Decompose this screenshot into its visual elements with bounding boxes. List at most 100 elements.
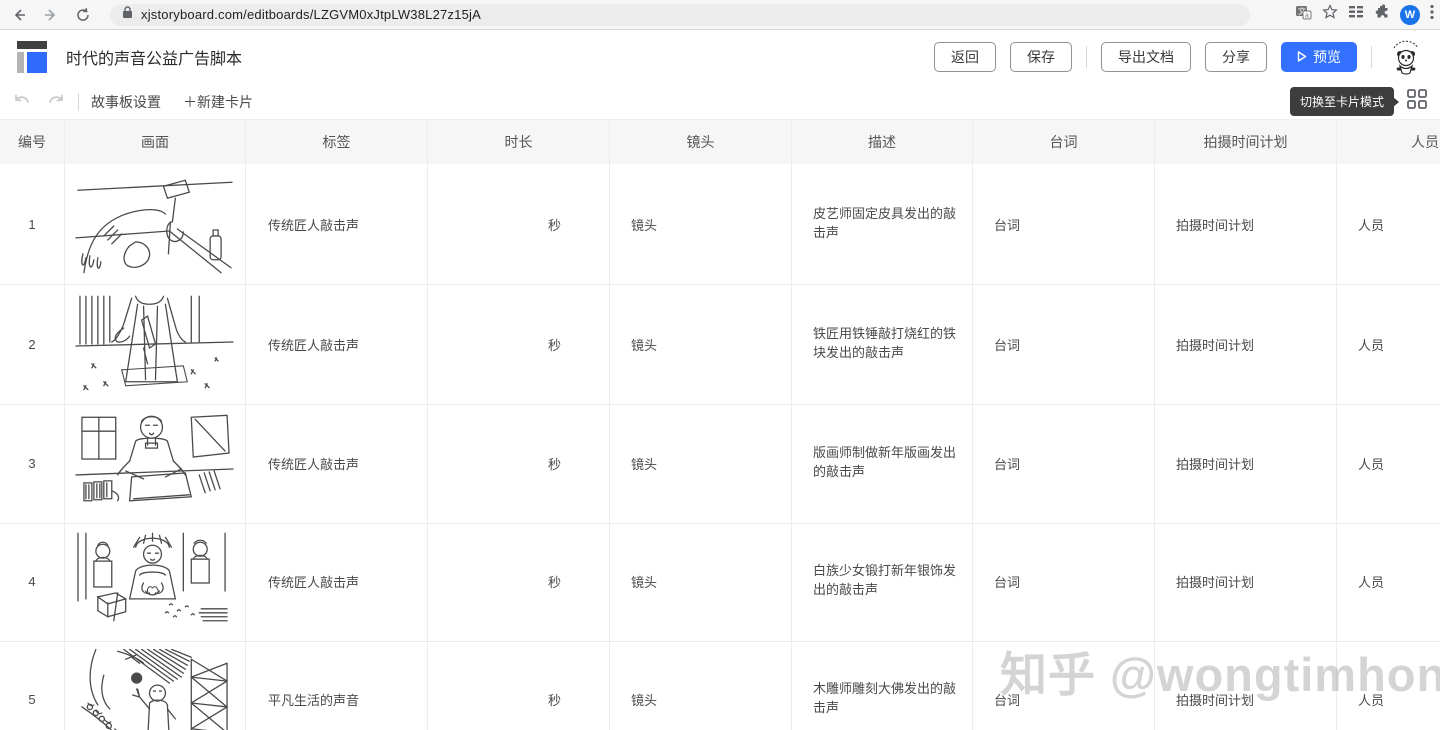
shot-cell[interactable]: 镜头 [610,284,792,405]
frame-image-cell[interactable] [65,521,246,642]
tag-cell[interactable]: 平凡生活的声音 [246,639,428,730]
table-header-row: 编号 画面 标签 时长 镜头 描述 台词 拍摄时间计划 人员 [0,120,1440,164]
duration-cell[interactable]: 秒 [428,639,610,730]
description-cell[interactable]: 白族少女锻打新年银饰发出的敲击声 [792,521,973,642]
panda-mascot-icon[interactable] [1386,34,1426,81]
translate-icon[interactable]: 文a [1295,5,1312,25]
crew-cell[interactable]: 人员 [1337,521,1440,642]
col-header-picture: 画面 [65,120,246,164]
schedule-cell[interactable]: 拍摄时间计划 [1155,164,1337,285]
duration-cell[interactable]: 秒 [428,284,610,405]
back-button[interactable]: 返回 [934,42,996,72]
save-button[interactable]: 保存 [1010,42,1072,72]
col-header-schedule: 拍摄时间计划 [1155,120,1337,164]
col-header-shot: 镜头 [610,120,792,164]
schedule-cell[interactable]: 拍摄时间计划 [1155,284,1337,405]
tag-cell[interactable]: 传统匠人敲击声 [246,284,428,405]
row-number: 3 [0,403,65,524]
col-header-description: 描述 [792,120,973,164]
lock-icon [122,6,133,24]
new-card-link[interactable]: ＋新建卡片 [183,92,253,112]
schedule-cell[interactable]: 拍摄时间计划 [1155,403,1337,524]
table-row: 3 传统匠人敲击声 秒 镜头 版画师制做新年版画发出的敲击声 台词 拍 [0,403,1440,521]
lines-cell[interactable]: 台词 [973,284,1155,405]
table-row: 1 传统匠人敲击声 秒 镜头 皮艺师固定皮具发出的敲击声 台词 拍摄时间计划 人… [0,164,1440,284]
col-header-tag: 标签 [246,120,428,164]
crew-cell[interactable]: 人员 [1337,639,1440,730]
app-logo[interactable] [14,38,52,76]
row-number: 4 [0,521,65,642]
card-mode-tooltip: 切换至卡片模式 [1290,87,1394,116]
sketch-leather-craftsman [74,174,236,274]
app-header: 时代的声音公益广告脚本 返回 保存 导出文档 分享 预览 [0,30,1440,84]
lines-cell[interactable]: 台词 [973,403,1155,524]
frame-image-cell[interactable] [65,639,246,730]
table-row: 4 传统匠人敲击声 秒 镜头 白族少女锻打新年银饰 [0,521,1440,639]
lines-cell[interactable]: 台词 [973,521,1155,642]
duration-cell[interactable]: 秒 [428,164,610,285]
crew-cell[interactable]: 人员 [1337,164,1440,285]
divider [1086,46,1087,68]
url-text: xjstoryboard.com/editboards/LZGVM0xJtpLW… [141,7,481,22]
browser-reload-icon[interactable] [70,2,96,28]
address-bar[interactable]: xjstoryboard.com/editboards/LZGVM0xJtpLW… [110,4,1250,26]
share-button[interactable]: 分享 [1205,42,1267,72]
lines-cell[interactable]: 台词 [973,639,1155,730]
browser-forward-icon[interactable] [38,2,64,28]
card-mode-toggle-icon[interactable] [1406,88,1428,115]
tag-cell[interactable]: 传统匠人敲击声 [246,521,428,642]
frame-image-cell[interactable] [65,164,246,285]
col-header-lines: 台词 [973,120,1155,164]
sketch-woodcarver-buddha [74,649,236,730]
crew-cell[interactable]: 人员 [1337,284,1440,405]
description-cell[interactable]: 木雕师雕刻大佛发出的敲击声 [792,639,973,730]
svg-text:a: a [1305,12,1309,19]
browser-menu-icon[interactable] [1430,4,1434,25]
shot-cell[interactable]: 镜头 [610,164,792,285]
extension-grid-icon[interactable] [1348,5,1364,24]
description-cell[interactable]: 铁匠用铁锤敲打烧红的铁块发出的敲击声 [792,284,973,405]
bookmark-star-icon[interactable] [1322,4,1338,25]
undo-icon[interactable] [10,90,34,114]
divider [78,93,79,111]
row-number: 1 [0,164,65,285]
frame-image-cell[interactable] [65,403,246,524]
browser-toolbar: xjstoryboard.com/editboards/LZGVM0xJtpLW… [0,0,1440,30]
play-icon [1297,49,1307,65]
shot-cell[interactable]: 镜头 [610,403,792,524]
shot-cell[interactable]: 镜头 [610,521,792,642]
description-cell[interactable]: 皮艺师固定皮具发出的敲击声 [792,164,973,285]
tag-cell[interactable]: 传统匠人敲击声 [246,403,428,524]
sketch-bai-girl-silver [74,531,236,631]
edit-toolbar: 故事板设置 ＋新建卡片 切换至卡片模式 [0,84,1440,120]
storyboard-settings-link[interactable]: 故事板设置 [91,92,161,112]
col-header-duration: 时长 [428,120,610,164]
crew-cell[interactable]: 人员 [1337,403,1440,524]
duration-cell[interactable]: 秒 [428,403,610,524]
storyboard-title: 时代的声音公益广告脚本 [66,45,242,69]
tag-cell[interactable]: 传统匠人敲击声 [246,164,428,285]
lines-cell[interactable]: 台词 [973,164,1155,285]
schedule-cell[interactable]: 拍摄时间计划 [1155,521,1337,642]
extensions-puzzle-icon[interactable] [1374,4,1390,25]
divider [1371,46,1372,68]
col-header-number: 编号 [0,120,65,164]
shot-cell[interactable]: 镜头 [610,639,792,730]
storyboard-table: 编号 画面 标签 时长 镜头 描述 台词 拍摄时间计划 人员 1 传统匠人敲击声 [0,120,1440,730]
browser-back-icon[interactable] [6,2,32,28]
frame-image-cell[interactable] [65,284,246,405]
col-header-crew: 人员 [1337,120,1440,164]
duration-cell[interactable]: 秒 [428,521,610,642]
profile-avatar[interactable]: W [1400,5,1420,25]
row-number: 5 [0,639,65,730]
export-doc-button[interactable]: 导出文档 [1101,42,1191,72]
schedule-cell[interactable]: 拍摄时间计划 [1155,639,1337,730]
table-row: 2 传统匠人敲击声 秒 镜头 铁匠用铁锤敲打烧红的铁块发出的敲击声 台词 拍摄时… [0,284,1440,403]
redo-icon[interactable] [44,90,68,114]
preview-button[interactable]: 预览 [1281,42,1357,72]
description-cell[interactable]: 版画师制做新年版画发出的敲击声 [792,403,973,524]
sketch-printmaker-carving [74,413,236,513]
row-number: 2 [0,284,65,405]
sketch-blacksmith-sparks [74,294,236,394]
table-row: 5 平凡生活的声音 秒 镜头 木雕师雕刻大佛发出的敲击声 台 [0,639,1440,730]
